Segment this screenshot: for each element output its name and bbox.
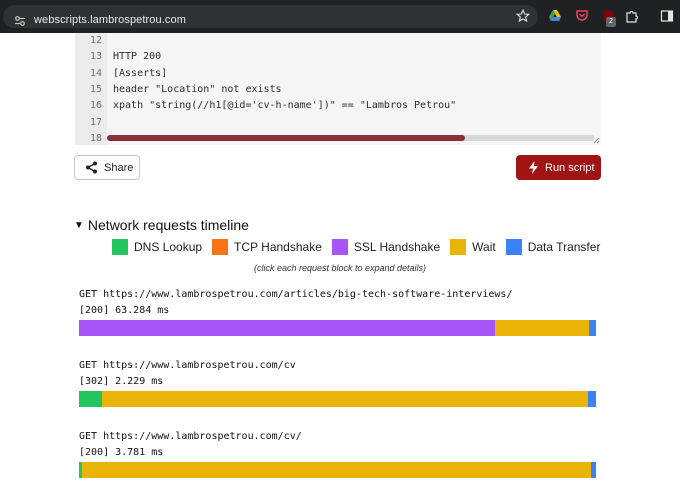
timeline-toggle[interactable]: ▼ Network requests timeline	[74, 217, 249, 233]
caret-down-icon: ▼	[74, 219, 84, 231]
request-block[interactable]: GET https://www.lambrospetrou.com/cv/ [20…	[79, 429, 596, 478]
code-text: HTTP 200	[113, 51, 162, 63]
timeline-hint: (click each request block to expand deta…	[253, 263, 427, 273]
line-number: 17	[89, 116, 102, 128]
code-line[interactable]: 14 [Asserts]	[75, 66, 595, 82]
line-number: 18	[89, 132, 102, 144]
run-script-button[interactable]: Run script	[516, 155, 601, 180]
request-block[interactable]: GET https://www.lambrospetrou.com/articl…	[79, 287, 596, 336]
code-editor[interactable]: 12 13 HTTP 200 14 [Asserts] 15 header "Locatio…	[75, 33, 601, 145]
legend-swatch	[450, 239, 467, 255]
timing-segment-dns-lookup[interactable]	[79, 391, 103, 407]
timing-segment-wait[interactable]	[494, 320, 589, 336]
legend-label: SSL Handshake	[353, 240, 441, 254]
legend-swatch	[112, 239, 128, 255]
line-number: 16	[89, 100, 102, 112]
timing-segment-data-transfer[interactable]	[588, 391, 596, 407]
extension-badge: 2	[606, 17, 616, 27]
request-url: GET https://www.lambrospetrou.com/articl…	[79, 289, 513, 300]
code-text: xpath "string(//h1[@id='cv-h-name'])" ==…	[113, 100, 457, 112]
legend-label: TCP Handshake	[234, 240, 322, 254]
share-label: Share	[104, 161, 134, 174]
request-status: [200] 3.781 ms	[79, 447, 164, 458]
legend-item: Wait	[450, 239, 496, 255]
legend-swatch	[331, 239, 348, 255]
line-number: 14	[89, 67, 102, 79]
code-text: header "Location" not exists	[113, 83, 282, 95]
request-timing-bar[interactable]	[79, 320, 596, 336]
legend-swatch	[212, 239, 229, 255]
legend-swatch	[505, 239, 522, 255]
tune-icon[interactable]	[14, 15, 26, 27]
line-number: 13	[89, 51, 102, 63]
code-line[interactable]: 16 xpath "string(//h1[@id='cv-h-name'])" …	[75, 98, 595, 114]
drive-icon[interactable]	[548, 9, 562, 23]
line-number: 12	[89, 35, 102, 46]
legend-label: Data Transfer	[527, 240, 601, 254]
browser-toolbar: webscripts.lambrospetrou.com 2	[0, 0, 680, 33]
timeline-title: Network requests timeline	[87, 217, 249, 233]
resize-handle-icon[interactable]	[593, 137, 600, 144]
code-text: [Asserts]	[113, 67, 168, 79]
request-block[interactable]: GET https://www.lambrospetrou.com/cv [302…	[79, 358, 596, 407]
request-timing-bar[interactable]	[79, 391, 596, 407]
code-line[interactable]: 17	[75, 115, 595, 131]
lightning-icon	[529, 161, 538, 174]
request-status: [302] 2.229 ms	[79, 376, 164, 387]
pocket-icon[interactable]	[575, 9, 589, 23]
share-button[interactable]: Share	[74, 155, 140, 180]
url-text[interactable]: webscripts.lambrospetrou.com	[34, 14, 186, 26]
sidepanel-icon[interactable]	[660, 9, 674, 23]
request-url: GET https://www.lambrospetrou.com/cv/	[79, 431, 302, 442]
legend-item: TCP Handshake	[212, 239, 322, 255]
timing-segment-wait[interactable]	[82, 462, 591, 478]
share-icon	[86, 161, 97, 174]
legend-label: DNS Lookup	[134, 240, 203, 254]
legend-item: SSL Handshake	[331, 239, 441, 255]
address-bar[interactable]: webscripts.lambrospetrou.com	[3, 5, 538, 28]
legend-label: Wait	[472, 240, 496, 254]
timing-segment-ssl-handshake[interactable]	[79, 320, 495, 336]
star-icon[interactable]	[516, 9, 530, 23]
line-number: 15	[89, 83, 102, 95]
horizontal-scrollbar-thumb[interactable]	[107, 135, 465, 141]
request-status: [200] 63.284 ms	[79, 305, 170, 316]
code-line[interactable]: 15 header "Location" not exists	[75, 82, 595, 98]
request-timing-bar[interactable]	[79, 462, 596, 478]
puzzle-icon[interactable]	[625, 9, 639, 23]
timing-segment-data-transfer[interactable]	[588, 320, 596, 336]
code-line[interactable]: 13 HTTP 200	[75, 49, 595, 65]
run-script-label: Run script	[545, 161, 595, 174]
legend-item: Data Transfer	[505, 239, 601, 255]
legend-item: DNS Lookup	[112, 239, 202, 255]
code-line[interactable]: 12	[75, 33, 595, 49]
timing-segment-wait[interactable]	[102, 391, 589, 407]
timing-segment-data-transfer[interactable]	[590, 462, 596, 478]
timeline-legend: DNS Lookup TCP Handshake SSL Handshake Wait…	[112, 239, 610, 255]
request-url: GET https://www.lambrospetrou.com/cv	[79, 360, 296, 371]
